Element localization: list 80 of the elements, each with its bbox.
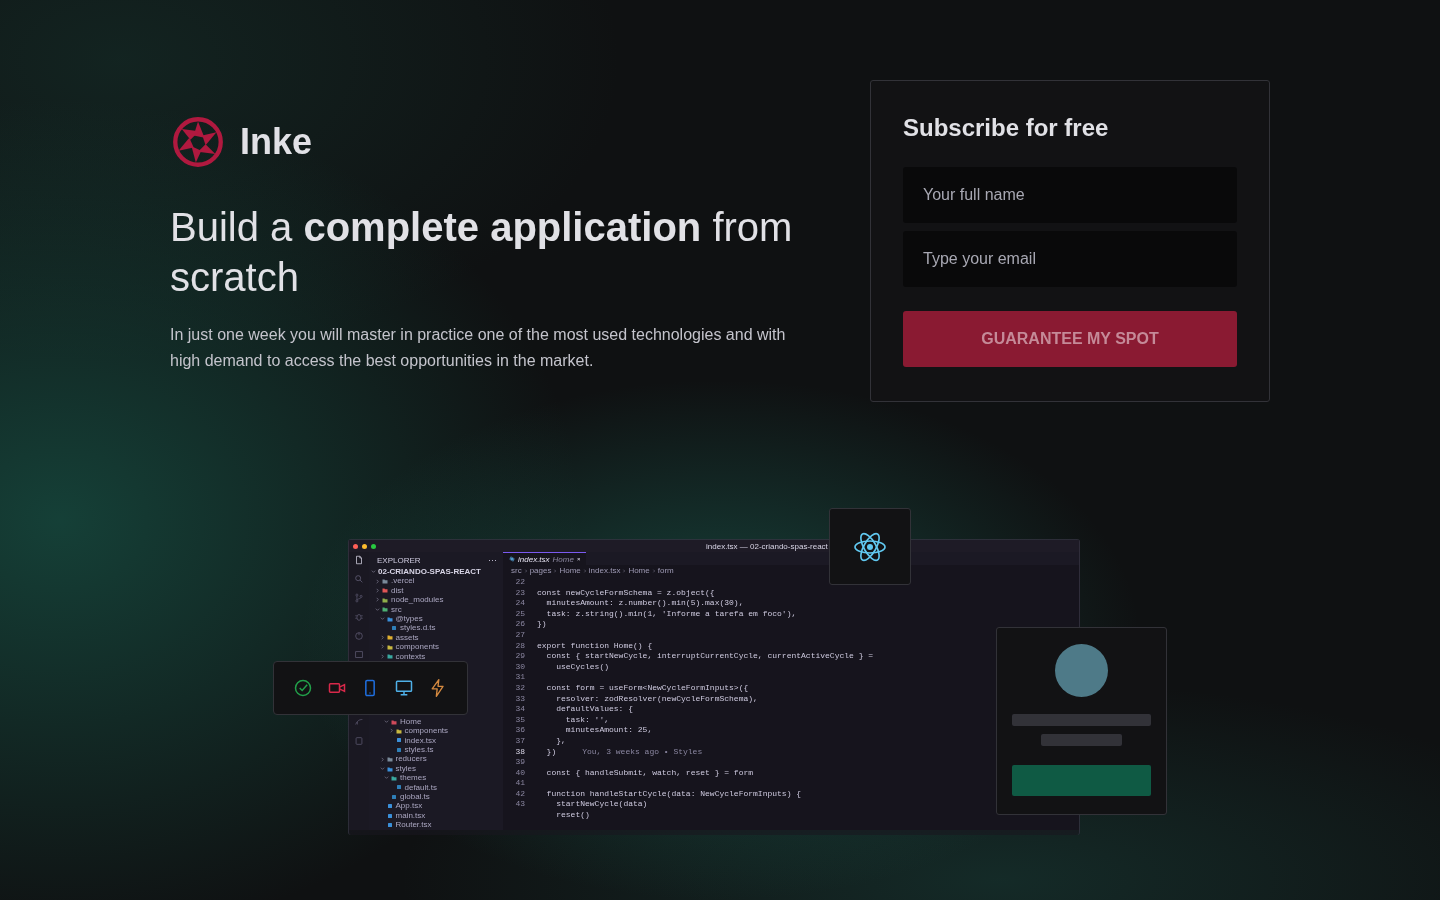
line-number: 40 <box>514 767 525 779</box>
line-number: 31 <box>514 672 525 683</box>
code-line: }) <box>537 619 547 630</box>
breadcrumb-item[interactable]: Home <box>559 566 581 575</box>
breadcrumb-item[interactable]: src <box>511 566 522 575</box>
line-number: 28 <box>514 640 525 652</box>
panel-title: EXPLORER <box>377 556 421 565</box>
tree-item[interactable]: node_modules <box>369 595 503 605</box>
card-title: Subscribe for free <box>903 113 1110 143</box>
tab-detail: Home <box>552 554 574 564</box>
tree-item[interactable]: reducers <box>369 754 503 764</box>
code-line: export function Home() { <box>537 640 653 652</box>
line-number: 30 <box>514 661 525 673</box>
line-number: 29 <box>514 651 525 662</box>
line-number: 33 <box>514 693 525 705</box>
code-line: function handleStartCycle(data: NewCycleFormInputs) { <box>545 788 802 800</box>
code-line: }, <box>555 735 566 747</box>
code-line: task: z.string().min(1, 'Informe a tarefa em foco'), <box>545 608 797 620</box>
description: In just one week you will master in practice one of the most used technologies and with high demand to access the best opportunities in the market. <box>170 325 787 371</box>
tree-item[interactable]: styles <box>369 763 503 774</box>
tree-item[interactable]: styles.d.ts <box>369 623 503 633</box>
tree-item[interactable]: styles.ts <box>369 745 503 755</box>
code-line: task: '', <box>564 714 609 726</box>
code-line: }) <box>545 746 557 758</box>
tree-item[interactable]: App.tsx <box>369 801 503 811</box>
headline: Build a complete application from scratch <box>170 204 794 301</box>
code-line: defaultValues: { <box>555 704 633 715</box>
line-number: 39 <box>514 757 525 768</box>
code-line: minutesAmount: z.number().min(5).max(30), <box>545 598 744 609</box>
line-number: 37 <box>514 735 525 747</box>
breadcrumb-item[interactable]: form <box>657 566 674 575</box>
breadcrumb-item[interactable]: Home <box>628 566 650 575</box>
code-line: const newCycleFormSchema = z.object({ <box>537 587 715 599</box>
code-line: const { handleSubmit, watch, reset } = form <box>545 767 754 779</box>
code-line: minutesAmount: 25, <box>564 725 653 736</box>
line-number: 43 <box>514 799 525 811</box>
brand-name: Inke <box>240 121 313 163</box>
line-number: 32 <box>514 682 525 694</box>
line-number: 26 <box>514 619 525 630</box>
line-number: 36 <box>514 725 525 736</box>
line-number: 35 <box>514 714 525 726</box>
line-number: 24 <box>514 598 525 609</box>
tree-item[interactable]: dist <box>369 585 503 596</box>
tab-label: index.tsx <box>518 554 550 564</box>
tree-item[interactable]: main.tsx <box>369 810 503 821</box>
breadcrumb-item[interactable]: pages <box>529 566 552 575</box>
tree-item[interactable]: global.ts <box>369 792 503 802</box>
tree-item[interactable]: @types <box>369 613 503 624</box>
line-number: 42 <box>514 788 525 800</box>
input-field[interactable]: Type your email <box>903 231 1237 287</box>
tree-item[interactable]: assets <box>369 632 503 643</box>
input-field[interactable]: Your full name <box>903 167 1237 223</box>
line-number: 27 <box>514 629 525 641</box>
code-line: resolver: zodResolver(newCycleFormSchema), <box>555 693 758 705</box>
code-line: useCycles() <box>555 661 609 673</box>
tree-item[interactable]: src <box>369 604 503 614</box>
line-number: 38 <box>514 746 525 758</box>
code-line: startNewCycle(data) <box>555 799 648 811</box>
code-line: reset() <box>555 810 590 821</box>
tree-item[interactable]: Router.tsx <box>369 820 503 830</box>
tree-item[interactable]: themes <box>369 773 503 783</box>
tree-item[interactable]: Home <box>369 716 503 727</box>
line-number: 25 <box>514 608 525 620</box>
blame-annotation: You, 3 weeks ago • Styles <box>582 746 703 758</box>
window-title: index.tsx — 02-criando-spas-react <box>706 541 828 551</box>
tree-item[interactable]: index.tsx <box>369 735 503 746</box>
tree-item[interactable]: components <box>369 642 503 652</box>
more-button[interactable]: ··· <box>488 556 497 565</box>
line-number: 41 <box>514 778 525 789</box>
code-line: const form = useForm<NewCycleFormInputs>({ <box>545 682 749 694</box>
tree-item[interactable]: contexts <box>369 651 503 661</box>
line-number: 22 <box>514 577 525 588</box>
code-line: const { startNewCycle, interruptCurrentCycle, currentActiveCycle } = <box>545 651 874 662</box>
tree-item[interactable]: components <box>369 726 503 736</box>
line-number: 34 <box>514 704 525 715</box>
tree-item[interactable]: .vercel <box>369 576 503 586</box>
tree-item[interactable]: 02-CRIANDO-SPAS-REACT <box>369 567 503 577</box>
tree-item[interactable]: default.ts <box>369 782 503 793</box>
line-number: 23 <box>514 587 525 599</box>
breadcrumb-item[interactable]: index.tsx <box>588 566 621 575</box>
